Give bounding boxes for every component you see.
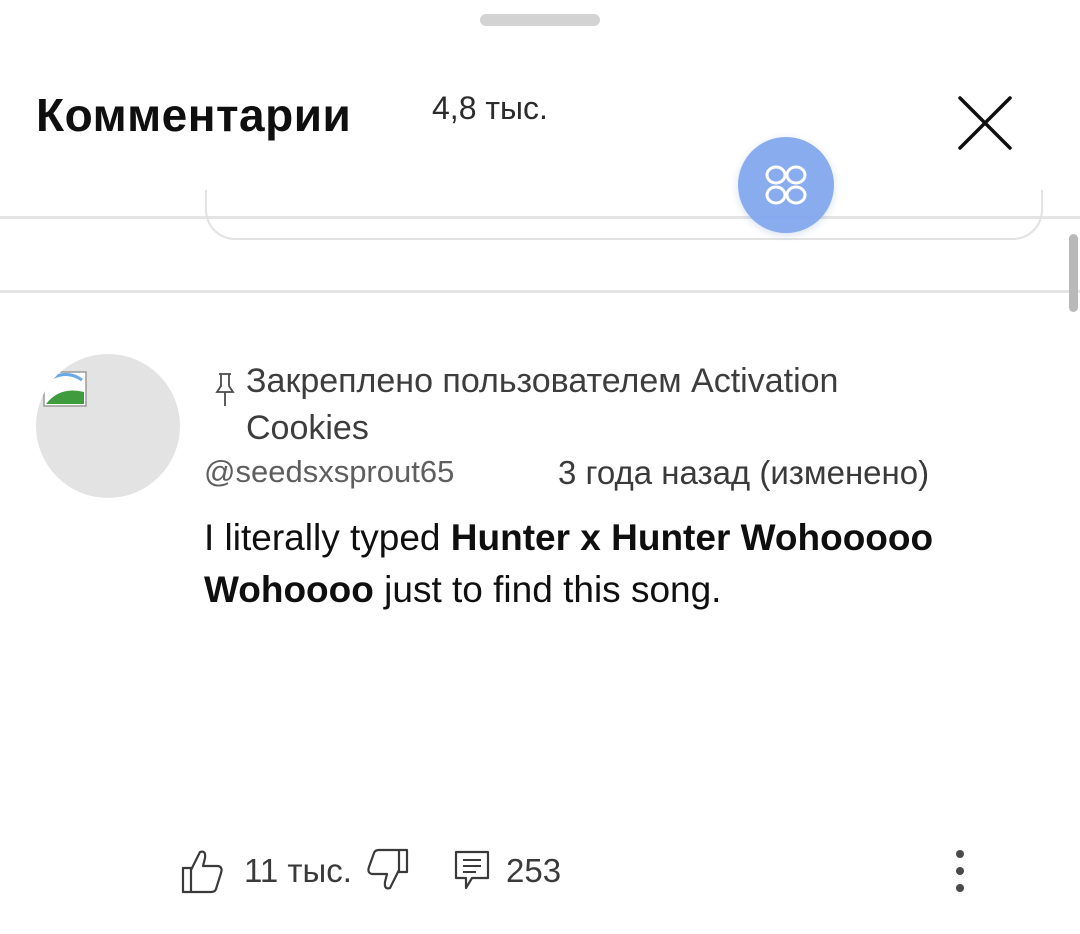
comment-input-box[interactable]: [205, 190, 1043, 240]
thumbs-up-icon: [181, 850, 223, 894]
four-leaf-menu-icon: [765, 165, 807, 205]
comment-timestamp: 3 года назад (изменено): [558, 454, 930, 491]
avatar[interactable]: [36, 354, 180, 498]
scrollbar[interactable]: [1069, 234, 1078, 312]
close-icon: [958, 96, 1012, 150]
comment-actions: 11 тыс. 253: [180, 846, 1000, 896]
comment-count: 4,8 тыс.: [432, 90, 548, 126]
comment-author[interactable]: @seedsxsprout65: [204, 456, 454, 487]
broken-image-icon: [43, 371, 87, 407]
reply-count: 253: [506, 852, 562, 889]
pinned-label: Закреплено пользователем Activation Cook…: [246, 362, 839, 447]
more-vertical-icon: [956, 850, 964, 892]
pin-icon: [214, 372, 236, 413]
drag-handle[interactable]: [480, 14, 600, 26]
like-count: 11 тыс.: [244, 852, 352, 889]
reply-button[interactable]: [452, 848, 492, 892]
comment-text: I literally typed Hunter x Hunter Wohooo…: [204, 512, 964, 616]
sheet-title: Комментарии: [36, 89, 352, 141]
list-divider: [0, 290, 1080, 293]
close-button[interactable]: [950, 88, 1020, 158]
dislike-button[interactable]: [364, 846, 410, 896]
reply-icon: [454, 850, 490, 890]
thumbs-down-icon: [367, 848, 409, 890]
floating-assistant-button[interactable]: [738, 137, 834, 233]
comments-sheet: Комментарии 4,8 тыс. Закреплено пользова…: [0, 0, 1080, 934]
more-options-button[interactable]: [946, 846, 974, 896]
comment-text-part: I literally typed: [204, 517, 451, 558]
like-button[interactable]: [180, 846, 226, 896]
comment-text-part: just to find this song.: [373, 569, 722, 610]
